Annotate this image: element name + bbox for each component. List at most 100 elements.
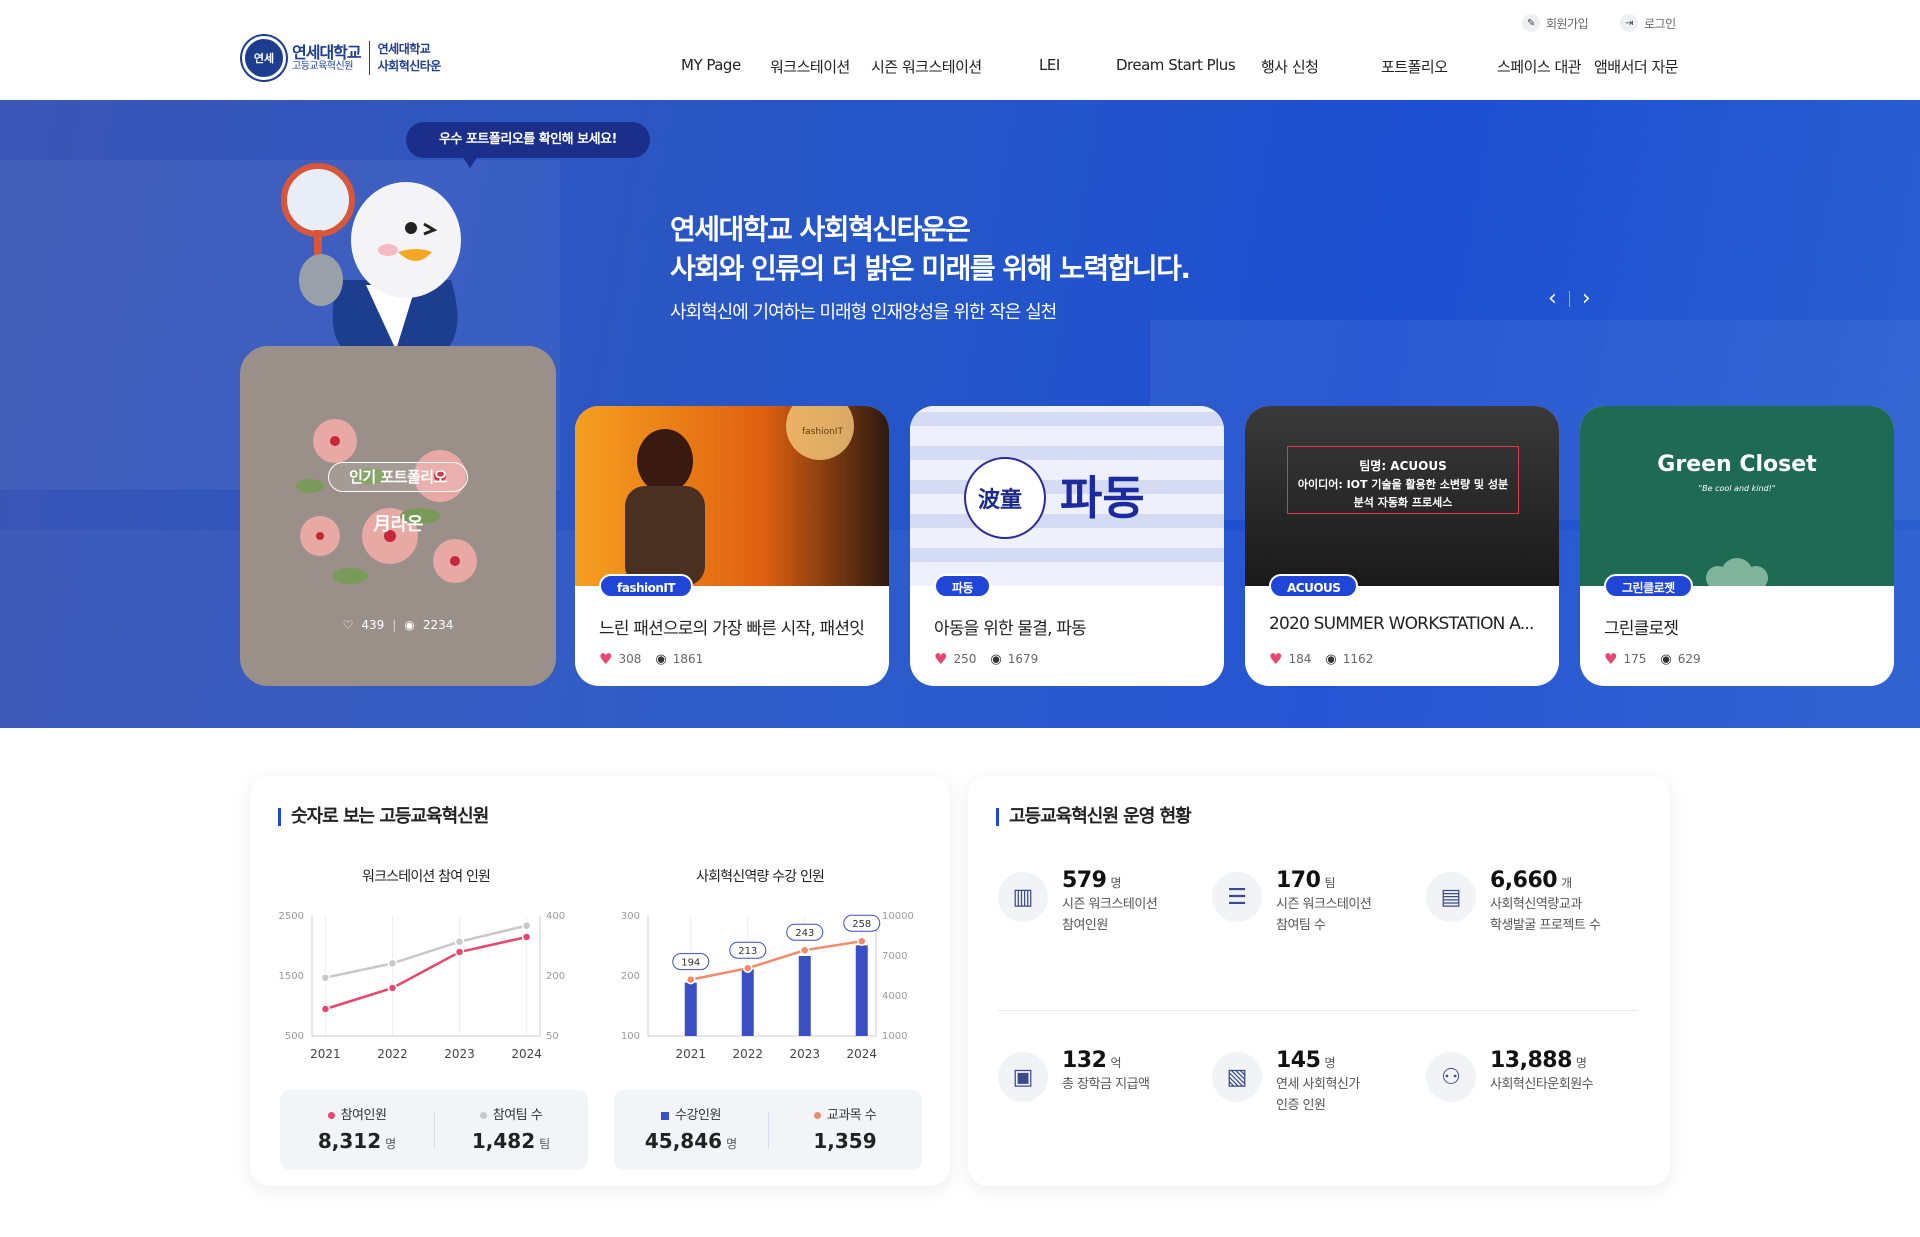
card-title: 2020 SUMMER WORKSTATION A... [1269,614,1534,634]
signup-link[interactable]: ✎ 회원가입 [1522,14,1589,32]
operations-panel-title: 고등교육혁신원 운영 현황 [996,808,1192,826]
chevron-right-icon[interactable]: › [1582,286,1591,311]
nav-workstation[interactable]: 워크스테이션 [770,56,850,77]
card-badge: 그린클로젯 [1604,574,1693,598]
ops-stat-number: 170 [1276,868,1321,893]
eye-icon: ◉ [404,618,415,632]
building-icon: ▥ [998,872,1048,922]
logo-divider [368,41,370,75]
y-tick-left: 2500 [279,911,304,922]
eye-icon: ◉ [655,651,667,667]
nav-dream-start-plus[interactable]: Dream Start Plus [1116,56,1236,74]
card-image: Green Closet "Be cool and kind!" [1580,406,1894,586]
chart1-legend-participants: 참여인원 8,312 명 [280,1104,434,1153]
data-point [857,936,867,946]
padong-text: 파동 [1060,471,1145,525]
workstation-line-chart: 2500 1500 500 400 200 50 2021 2022 2023 2024 [279,911,566,1061]
login-link[interactable]: ⇥ 로그인 [1620,14,1676,32]
hero-headline: 연세대학교 사회혁신타운은 사회와 인류의 더 밝은 미래를 위해 노력합니다. [670,210,1191,288]
nav-ambassador[interactable]: 앰배서더 자문 [1594,56,1679,77]
ops-stat: ▥ 579 명 시즌 워크스테이션 참여인원 [998,868,1158,937]
card-title: 그린클로젯 [1604,619,1679,639]
series-line [690,939,862,981]
ops-stat-text: 13,888 명 사회혁신타운회원수 [1490,1048,1594,1096]
ops-stat: ☰ 170 팀 시즌 워크스테이션 참여팀 수 [1212,868,1372,937]
fashion-figure-image: fashionIT [625,406,854,586]
card-image: 波童 파동 [910,406,1224,586]
ops-stat-number: 145 [1276,1048,1321,1073]
card-stats: ♥ 308 ◉ 1861 [599,650,703,668]
ops-stat-label: 사회혁신타운회원수 [1490,1077,1594,1092]
y-tick-right: 400 [546,911,565,922]
data-label: 194 [681,958,700,969]
carousel-controls: ‹ › [1548,286,1591,311]
nav-lei[interactable]: LEI [1039,56,1060,74]
ops-stat-unit: 명 [1324,1056,1335,1070]
site-logo[interactable]: 연세 연세대학교 고등교육혁신원 연세대학교 사회혁신타운 [242,36,441,80]
course-bar-chart: 300 200 100 10000 7000 4000 1000 2021 2022 2023 20… [621,911,914,1061]
ops-stat: ⚇ 13,888 명 사회혁신타운회원수 [1426,1048,1594,1102]
ops-stat-label: 사회혁신역량교과 [1490,897,1582,912]
chart1-legend: 참여인원 8,312 명 참여팀 수 1,482 팀 [280,1090,588,1170]
x-tick-label: 2021 [310,1047,341,1061]
padong-hanja: 波童 [978,487,1022,513]
legend-label: 참여인원 [340,1108,387,1123]
ops-stat-text: 132 억 총 장학금 지급액 [1062,1048,1150,1096]
network-icon: ⚇ [1426,1052,1476,1102]
login-label: 로그인 [1644,16,1676,31]
ops-stat-text: 579 명 시즌 워크스테이션 참여인원 [1062,868,1158,937]
portfolio-card-padong[interactable]: 波童 파동 파동 아동을 위한 물결, 파동 ♥ 250 ◉ 1679 [910,406,1224,686]
popular-portfolio-card[interactable]: 인기 포트폴리오 月라온 ♡ 439 | ◉ 2234 [240,346,556,686]
y-tick-left: 300 [621,911,640,922]
card-likes: 175 [1623,652,1647,666]
logo-side-line1: 연세대학교 [377,41,431,56]
card-badge: fashionIT [599,574,694,598]
y-tick-left: 100 [621,1031,640,1042]
bar [798,956,811,1036]
nav-event-apply[interactable]: 행사 신청 [1261,56,1319,77]
leaf-logo-icon [1706,558,1768,586]
ops-stat: ▣ 132 억 총 장학금 지급액 [998,1048,1150,1102]
ops-stat-text: 145 명 연세 사회혁신가 인증 인원 [1276,1048,1360,1117]
server-icon: ☰ [1212,872,1262,922]
logo-sub-text: 고등교육혁신원 [292,61,353,73]
heart-icon: ♥ [599,650,613,668]
list-icon: ▤ [1426,872,1476,922]
legend-label: 교과목 수 [826,1108,877,1123]
ops-stat-label2: 참여팀 수 [1276,917,1326,933]
nav-season-workstation[interactable]: 시즌 워크스테이션 [871,56,982,77]
portfolio-card-acuous[interactable]: 팀명: ACUOUS 아이디어: IOT 기술을 활용한 소변량 및 성분 분석… [1245,406,1559,686]
chevron-left-icon[interactable]: ‹ [1548,286,1557,311]
logo-main-text: 연세대학교 [292,42,362,62]
portfolio-card-fashionit[interactable]: fashionIT fashionIT 느린 패션으로의 가장 빠른 시작, 패… [575,406,889,686]
legend-value: 8,312 [317,1129,382,1153]
legend-label: 수강인원 [675,1108,721,1123]
nav-space-rental[interactable]: 스페이스 대관 [1497,56,1582,77]
y-tick-right: 4000 [882,991,907,1002]
card-image: 팀명: ACUOUS 아이디어: IOT 기술을 활용한 소변량 및 성분 분석… [1245,406,1559,586]
legend-square [661,1111,670,1120]
y-tick-right: 50 [546,1031,559,1042]
ops-stat-unit: 억 [1110,1056,1121,1070]
bar [741,969,754,1036]
nav-mypage[interactable]: MY Page [681,56,741,74]
chart2-legend-students: 수강인원 45,846 명 [614,1104,768,1153]
data-point [800,945,810,955]
nav-portfolio[interactable]: 포트폴리오 [1381,56,1448,77]
ops-stat: ▧ 145 명 연세 사회혁신가 인증 인원 [1212,1048,1360,1117]
legend-value: 1,482 [471,1129,536,1153]
padong-logo-image: 波童 파동 [910,412,1224,562]
y-tick-left: 1500 [279,971,304,982]
ops-stat-unit: 개 [1561,876,1572,890]
data-point [387,983,398,993]
card-badge: 파동 [934,574,992,598]
portfolio-card-greencloset[interactable]: Green Closet "Be cool and kind!" 그린클로젯 그… [1580,406,1894,686]
legend-unit: 팀 [539,1137,551,1151]
svg-text:Y: Y [385,301,400,326]
eye-icon: ◉ [1325,651,1337,667]
x-tick-label: 2022 [377,1047,408,1061]
pencil-icon: ✎ [1522,14,1540,32]
ops-stat-text: 170 팀 시즌 워크스테이션 참여팀 수 [1276,868,1372,937]
operations-divider [998,1010,1638,1011]
card-badge: ACUOUS [1269,574,1359,598]
